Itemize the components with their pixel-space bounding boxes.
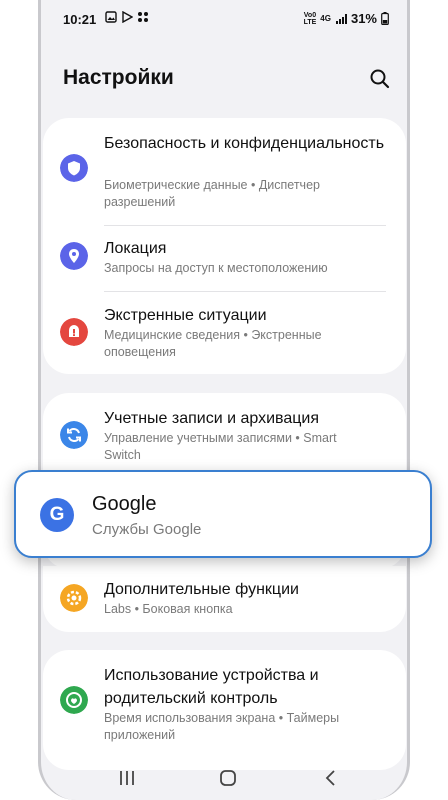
settings-item-subtitle: Labs • Боковая кнопка — [104, 602, 233, 616]
phone-frame: 10:21 Vo0 LTE 4G 31% Настройки Безопасно… — [38, 0, 410, 800]
settings-item-title: Безопасность и конфиденциальность — [104, 135, 385, 152]
emergency-icon — [60, 318, 88, 346]
settings-item-subtitle: Управление учетными записями • Smart Swi… — [104, 431, 337, 462]
settings-group-wellbeing: Использование устройства и родительский … — [43, 650, 406, 770]
apps-dots-icon — [138, 12, 148, 22]
volte-indicator: Vo0 LTE — [303, 11, 317, 26]
status-bar: 10:21 Vo0 LTE 4G 31% — [41, 0, 407, 38]
signal-icon — [335, 13, 347, 24]
navigation-bar — [41, 758, 407, 798]
settings-item-location[interactable]: Локация Запросы на доступ к местоположен… — [43, 234, 406, 282]
sync-icon — [60, 421, 88, 449]
play-store-icon — [122, 11, 133, 23]
settings-item-emergency[interactable]: Экстренные ситуации Медицинские сведения… — [43, 302, 406, 368]
notification-icons — [105, 11, 149, 23]
shield-icon — [60, 154, 88, 182]
battery-icon — [381, 12, 389, 25]
settings-item-title: Локация — [104, 240, 167, 257]
settings-item-subtitle: Медицинские сведения • Экстренные оповещ… — [104, 328, 322, 359]
home-icon[interactable] — [216, 768, 240, 788]
location-pin-icon — [60, 242, 88, 270]
settings-item-advanced[interactable]: Дополнительные функции Labs • Боковая кн… — [43, 576, 406, 624]
network-type: 4G — [320, 14, 331, 23]
settings-item-title: Google — [92, 493, 157, 515]
search-icon[interactable] — [367, 66, 393, 92]
status-right: Vo0 LTE 4G 31% — [304, 11, 389, 26]
settings-item-title: Экстренные ситуации — [104, 307, 267, 324]
recent-apps-icon[interactable] — [115, 768, 139, 788]
settings-item-google[interactable]: G Google Службы Google — [14, 470, 432, 558]
wellbeing-icon — [60, 686, 88, 714]
settings-item-title: Учетные записи и архивация — [104, 410, 320, 427]
status-time: 10:21 — [63, 12, 97, 27]
google-icon: G — [40, 498, 74, 532]
back-icon[interactable] — [319, 768, 343, 788]
settings-item-title: Дополнительные функции — [104, 581, 299, 598]
settings-item-subtitle: Время использования экрана • Таймеры при… — [104, 711, 340, 742]
settings-item-subtitle: Службы Google — [92, 521, 202, 538]
plus-gear-icon — [60, 584, 88, 612]
settings-item-subtitle: Запросы на доступ к местоположению — [104, 261, 328, 275]
battery-percent: 31% — [350, 11, 377, 26]
divider — [104, 291, 386, 292]
settings-item-security[interactable]: Безопасность и конфиденциальность Биомет… — [43, 130, 406, 218]
settings-item-subtitle: Биометрические данные • Диспетчер разреш… — [104, 178, 320, 209]
page-title: Настройки — [63, 66, 174, 89]
settings-item-accounts[interactable]: Учетные записи и архивация Управление уч… — [43, 405, 406, 471]
gallery-icon — [105, 11, 117, 23]
settings-item-wellbeing[interactable]: Использование устройства и родительский … — [43, 662, 406, 752]
divider — [104, 225, 386, 226]
settings-group-advanced: Дополнительные функции Labs • Боковая кн… — [43, 566, 406, 632]
settings-group-security: Безопасность и конфиденциальность Биомет… — [43, 118, 406, 374]
settings-item-title: Использование устройства и родительский … — [104, 667, 319, 707]
